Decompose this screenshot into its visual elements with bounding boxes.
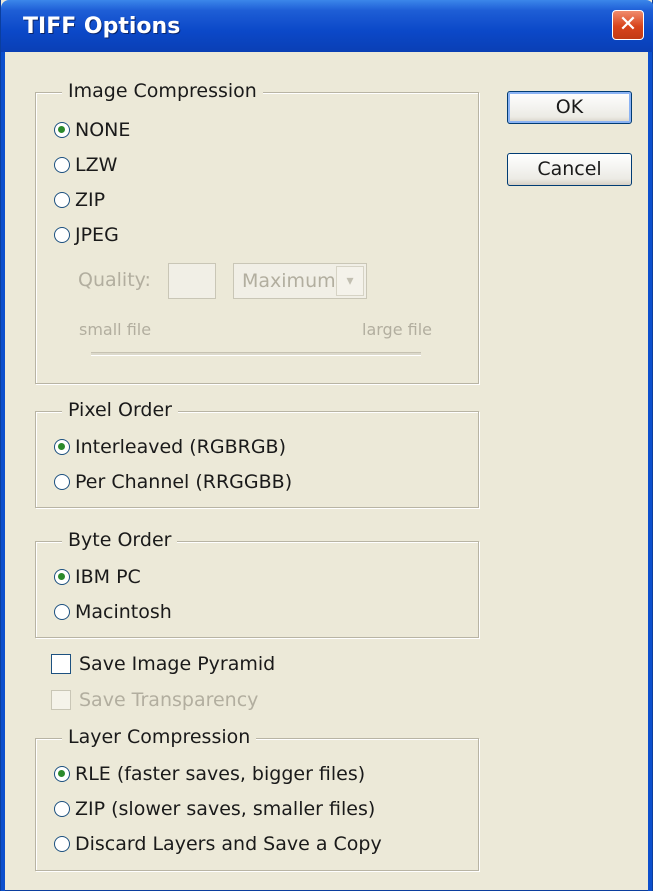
compression-option-none[interactable]: NONE [54, 119, 130, 141]
pixel-order-option-interleaved[interactable]: Interleaved (RGBRGB) [54, 436, 286, 458]
layer-compression-option-label: Discard Layers and Save a Copy [75, 833, 382, 855]
quality-input[interactable] [168, 263, 216, 299]
byte-order-label: Byte Order [62, 529, 178, 551]
chevron-down-icon[interactable]: ▾ [336, 266, 364, 296]
checkbox-icon [51, 690, 71, 710]
radio-unselected-icon[interactable] [54, 227, 70, 243]
compression-option-label: JPEG [75, 224, 119, 246]
compression-option-jpeg[interactable]: JPEG [54, 224, 119, 246]
radio-unselected-icon[interactable] [54, 604, 70, 620]
pixel-order-group: Pixel Order Interleaved (RGBRGB) Per Cha… [35, 399, 479, 508]
radio-unselected-icon[interactable] [54, 192, 70, 208]
quality-slider[interactable] [91, 352, 421, 356]
checkbox-icon[interactable] [51, 654, 71, 674]
dialog-body: OK Cancel Image Compression NONE LZW ZIP… [7, 52, 646, 884]
byte-order-option-label: IBM PC [75, 566, 141, 588]
layer-compression-option-rle[interactable]: RLE (faster saves, bigger files) [54, 763, 365, 785]
save-image-pyramid-checkbox[interactable]: Save Image Pyramid [51, 653, 275, 675]
compression-option-label: ZIP [75, 189, 106, 211]
window-border-left [1, 52, 5, 891]
window-border-right [648, 52, 652, 891]
byte-order-option-macintosh[interactable]: Macintosh [54, 601, 172, 623]
byte-order-option-ibm-pc[interactable]: IBM PC [54, 566, 141, 588]
slider-min-label: small file [79, 320, 152, 339]
layer-compression-option-label: RLE (faster saves, bigger files) [75, 763, 366, 785]
compression-option-label: NONE [75, 119, 131, 141]
ok-button[interactable]: OK [507, 91, 632, 124]
radio-selected-icon[interactable] [54, 766, 70, 782]
slider-max-label: large file [362, 320, 432, 339]
radio-selected-icon[interactable] [54, 122, 70, 138]
save-transparency-label: Save Transparency [79, 689, 259, 711]
layer-compression-option-zip[interactable]: ZIP (slower saves, smaller files) [54, 798, 375, 820]
close-button[interactable]: ✕ [612, 10, 644, 40]
radio-unselected-icon[interactable] [54, 801, 70, 817]
dialog-title: TIFF Options [23, 14, 181, 39]
title-bar[interactable]: TIFF Options ✕ [1, 0, 653, 52]
tiff-options-dialog: TIFF Options ✕ OK Cancel Image Compressi… [0, 0, 653, 891]
radio-selected-icon[interactable] [54, 439, 70, 455]
radio-unselected-icon[interactable] [54, 836, 70, 852]
layer-compression-label: Layer Compression [62, 726, 257, 748]
layer-compression-option-label: ZIP (slower saves, smaller files) [75, 798, 376, 820]
radio-selected-icon[interactable] [54, 569, 70, 585]
compression-option-zip[interactable]: ZIP [54, 189, 105, 211]
compression-option-label: LZW [75, 154, 118, 176]
byte-order-option-label: Macintosh [75, 601, 172, 623]
close-icon: ✕ [618, 12, 638, 37]
layer-compression-group: Layer Compression RLE (faster saves, big… [35, 726, 479, 871]
byte-order-group: Byte Order IBM PC Macintosh [35, 529, 479, 638]
image-compression-label: Image Compression [62, 80, 263, 102]
quality-label: Quality: [78, 269, 151, 291]
pixel-order-option-label: Per Channel (RRGGBB) [75, 471, 293, 493]
pixel-order-option-per-channel[interactable]: Per Channel (RRGGBB) [54, 471, 292, 493]
quality-preset-value: Maximum [242, 270, 336, 292]
radio-unselected-icon[interactable] [54, 474, 70, 490]
compression-option-lzw[interactable]: LZW [54, 154, 117, 176]
pixel-order-label: Pixel Order [62, 399, 178, 421]
layer-compression-option-discard[interactable]: Discard Layers and Save a Copy [54, 833, 382, 855]
image-compression-group: Image Compression NONE LZW ZIP JPEG Qual… [35, 80, 479, 384]
save-image-pyramid-label: Save Image Pyramid [79, 653, 276, 675]
radio-unselected-icon[interactable] [54, 157, 70, 173]
save-transparency-checkbox: Save Transparency [51, 689, 258, 711]
cancel-button[interactable]: Cancel [507, 153, 632, 186]
pixel-order-option-label: Interleaved (RGBRGB) [75, 436, 286, 458]
quality-preset-select[interactable]: Maximum ▾ [233, 263, 367, 299]
